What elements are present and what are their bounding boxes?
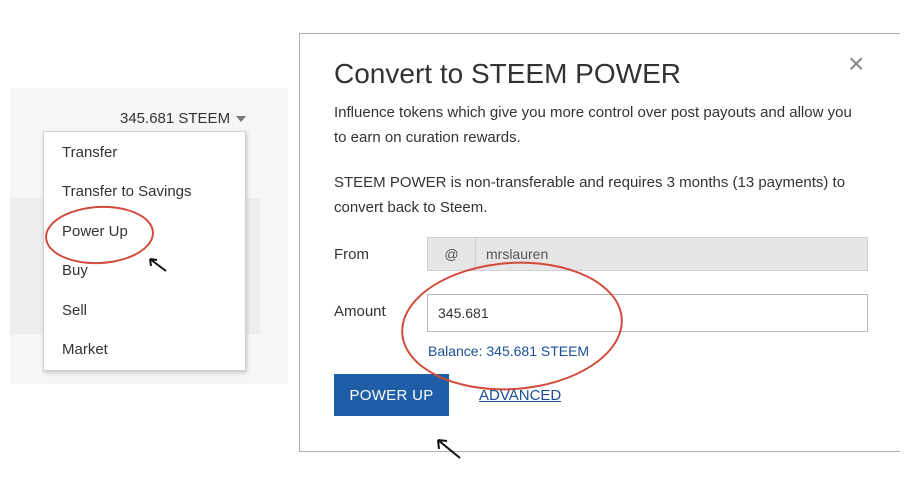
chevron-down-icon: [236, 115, 247, 122]
annotation-arrow-icon: [437, 439, 461, 459]
modal-notice: STEEM POWER is non-transferable and requ…: [334, 174, 846, 216]
menu-item-sell[interactable]: Sell: [62, 302, 87, 319]
steem-balance-dropdown-toggle[interactable]: 345.681 STEEM: [120, 110, 247, 127]
modal-title: Convert to STEEM POWER: [334, 58, 681, 89]
steem-balance-label: 345.681 STEEM: [120, 110, 231, 127]
amount-label: Amount: [334, 303, 386, 320]
menu-item-transfer[interactable]: Transfer: [62, 144, 117, 161]
menu-item-transfer-to-savings[interactable]: Transfer to Savings: [62, 183, 192, 200]
power-up-button[interactable]: POWER UP: [334, 374, 449, 416]
modal-description: Influence tokens which give you more con…: [334, 104, 852, 146]
close-icon[interactable]: ×: [848, 50, 864, 78]
menu-item-market[interactable]: Market: [62, 341, 108, 358]
at-prefix: @: [427, 237, 475, 271]
annotation-arrow-icon: [149, 258, 167, 272]
from-label: From: [334, 246, 369, 263]
convert-to-steem-power-modal: Convert to STEEM POWER × Influence token…: [299, 33, 900, 452]
menu-item-buy[interactable]: Buy: [62, 262, 88, 279]
